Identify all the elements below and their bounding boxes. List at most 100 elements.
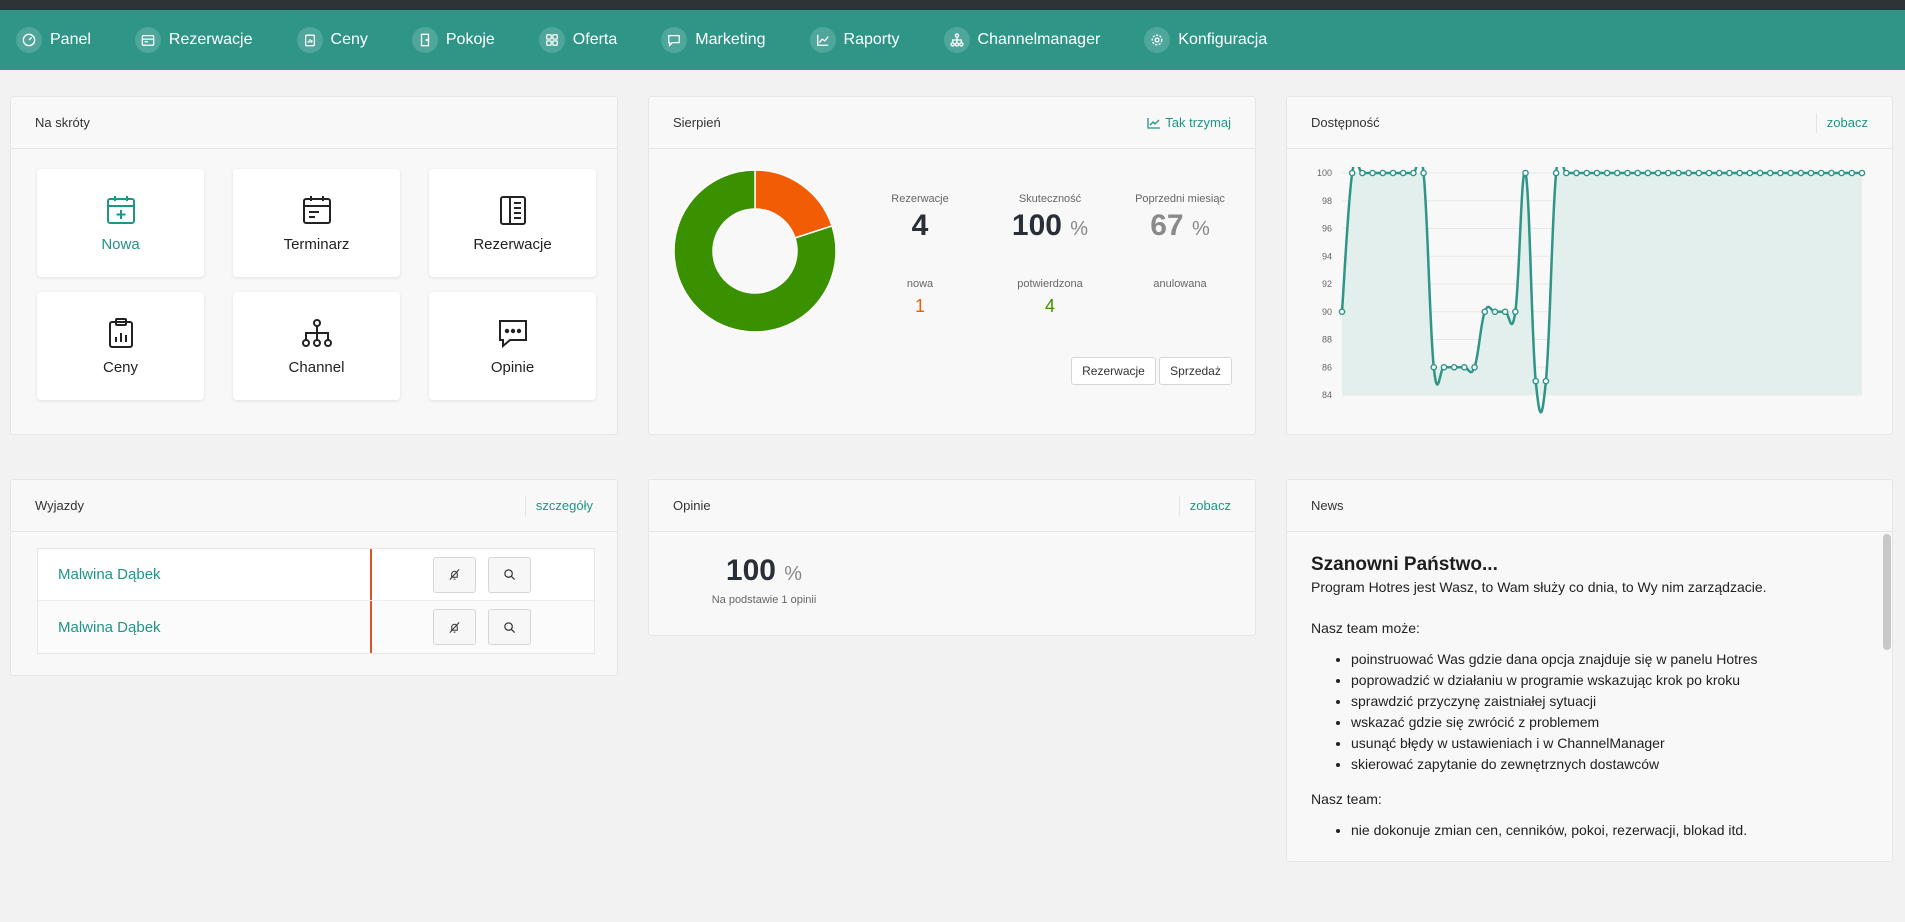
data-point <box>1440 363 1448 371</box>
departures-table: Malwina Dąbek Malwina Dąbek <box>37 548 595 654</box>
percent-unit: % <box>1191 218 1210 240</box>
y-tick-label: 94 <box>1322 251 1332 261</box>
shortcut-nowa[interactable]: Nowa <box>37 169 204 277</box>
shortcuts-card: Na skróty Nowa Terminarz Rezerwacje Ceny… <box>10 96 618 435</box>
nav-item-marketing[interactable]: Marketing <box>661 27 766 53</box>
nav-item-rezerwacje[interactable]: Rezerwacje <box>134 27 253 53</box>
no-notify-button[interactable] <box>433 609 476 645</box>
news-scrollbar[interactable] <box>1882 532 1892 861</box>
scrollbar-thumb[interactable] <box>1883 534 1891 650</box>
data-point <box>1348 169 1356 177</box>
nav-item-pokoje[interactable]: Pokoje <box>411 27 495 53</box>
data-point <box>1675 169 1682 177</box>
search-icon <box>504 621 516 633</box>
data-point <box>1512 308 1519 316</box>
y-tick-label: 90 <box>1322 307 1332 317</box>
search-button[interactable] <box>488 609 531 645</box>
dashboard-icon <box>16 27 42 53</box>
data-point <box>1369 169 1376 177</box>
keep-it-up-link[interactable]: Tak trzymaj <box>1147 115 1231 130</box>
card-title: Sierpień <box>673 115 721 130</box>
guest-name-link[interactable]: Malwina Dąbek <box>38 619 370 636</box>
data-point <box>1420 169 1427 177</box>
data-point <box>1634 169 1641 177</box>
data-point <box>1461 363 1468 371</box>
nav-item-ceny[interactable]: Ceny <box>296 27 368 53</box>
nav-label: Raporty <box>843 31 900 48</box>
card-header: Wyjazdy szczegóły <box>11 480 617 532</box>
hierarchy-icon <box>301 318 332 347</box>
news-can-list: poinstruować Was gdzie dana opcja znajdu… <box>1311 649 1871 775</box>
no-notify-button[interactable] <box>433 556 476 593</box>
shortcut-opinie[interactable]: Opinie <box>429 292 596 400</box>
shortcut-channel[interactable]: Channel <box>233 292 400 400</box>
sales-button[interactable]: Sprzedaż <box>1159 357 1232 385</box>
search-button[interactable] <box>488 556 531 593</box>
calendar-card-icon <box>134 27 161 53</box>
card-header: Na skróty <box>11 97 617 149</box>
y-tick-label: 96 <box>1322 224 1332 234</box>
data-point <box>1593 169 1601 177</box>
nav-item-raporty[interactable]: Raporty <box>809 27 900 53</box>
data-point <box>1624 169 1631 177</box>
nav-label: Pokoje <box>445 31 495 48</box>
data-point <box>1705 169 1713 177</box>
data-point <box>1491 308 1499 316</box>
nav-item-panel[interactable]: Panel <box>16 27 91 53</box>
data-point <box>1359 169 1366 177</box>
reviews-score: 100 % Na podstawie 1 opinii <box>689 554 839 606</box>
stat-value: 4 <box>1044 296 1055 316</box>
data-point <box>1522 169 1529 177</box>
reviews-see-link[interactable]: zobacz <box>1178 495 1231 516</box>
details-link[interactable]: szczegóły <box>524 495 593 516</box>
table-row: Malwina Dąbek <box>38 549 594 601</box>
score-caption: Na podstawie 1 opinii <box>711 594 817 606</box>
main-navbar: Panel Rezerwacje Ceny Pokoje Oferta Mark… <box>0 10 1905 70</box>
shortcut-rezerwacje[interactable]: Rezerwacje <box>429 169 596 277</box>
reviews-card: Opinie zobacz 100 % Na podstawie 1 opini… <box>648 479 1256 636</box>
stat-cancelled: anulowana <box>1115 278 1245 290</box>
stat-label: Skuteczność <box>1018 193 1082 205</box>
availability-see-link[interactable]: zobacz <box>1815 112 1868 133</box>
score-number: 100 <box>725 554 776 587</box>
speech-bubble-icon <box>498 319 527 348</box>
data-point <box>1766 169 1774 177</box>
availability-area <box>1342 173 1862 395</box>
data-point <box>1695 169 1703 177</box>
data-point <box>1715 169 1723 177</box>
guest-name-link[interactable]: Malwina Dąbek <box>38 566 370 583</box>
data-point <box>1542 377 1550 385</box>
data-point <box>1685 169 1692 177</box>
shortcut-terminarz[interactable]: Terminarz <box>233 169 400 277</box>
nav-label: Marketing <box>695 31 766 48</box>
news-can-title: Nasz team może: <box>1311 620 1420 636</box>
tile-label: Nowa <box>101 235 140 253</box>
nav-label: Konfiguracja <box>1178 31 1268 48</box>
shortcut-ceny[interactable]: Ceny <box>37 292 204 400</box>
tile-label: Channel <box>288 358 345 376</box>
card-header: Sierpień Tak trzymaj <box>649 97 1255 149</box>
y-tick-label: 84 <box>1322 390 1332 400</box>
news-cannot-title: Nasz team: <box>1311 791 1382 807</box>
month-stats-card: Sierpień Tak trzymaj Rezerwacje 4 Skutec… <box>648 96 1256 435</box>
data-point <box>1552 169 1560 177</box>
nav-item-konfiguracja[interactable]: Konfiguracja <box>1144 27 1267 53</box>
nav-item-channelmanager[interactable]: Channelmanager <box>943 27 1100 53</box>
row-divider <box>370 549 372 600</box>
y-tick-label: 88 <box>1322 335 1332 345</box>
card-title: Opinie <box>673 498 711 513</box>
data-point <box>1583 169 1591 177</box>
data-point <box>1501 308 1509 316</box>
card-title: News <box>1311 498 1344 513</box>
data-point <box>1613 169 1621 177</box>
data-point <box>1450 363 1458 371</box>
reservations-button[interactable]: Rezerwacje <box>1071 357 1156 385</box>
reservations-donut-chart <box>673 169 837 333</box>
stat-label: potwierdzona <box>1017 278 1083 290</box>
stat-label: Poprzedni miesiąc <box>1135 193 1225 205</box>
data-point <box>1573 169 1580 177</box>
keep-it-up-label: Tak trzymaj <box>1165 115 1231 130</box>
nav-item-oferta[interactable]: Oferta <box>538 27 617 53</box>
data-point <box>1471 363 1478 371</box>
stat-confirmed: potwierdzona 4 <box>985 278 1115 317</box>
